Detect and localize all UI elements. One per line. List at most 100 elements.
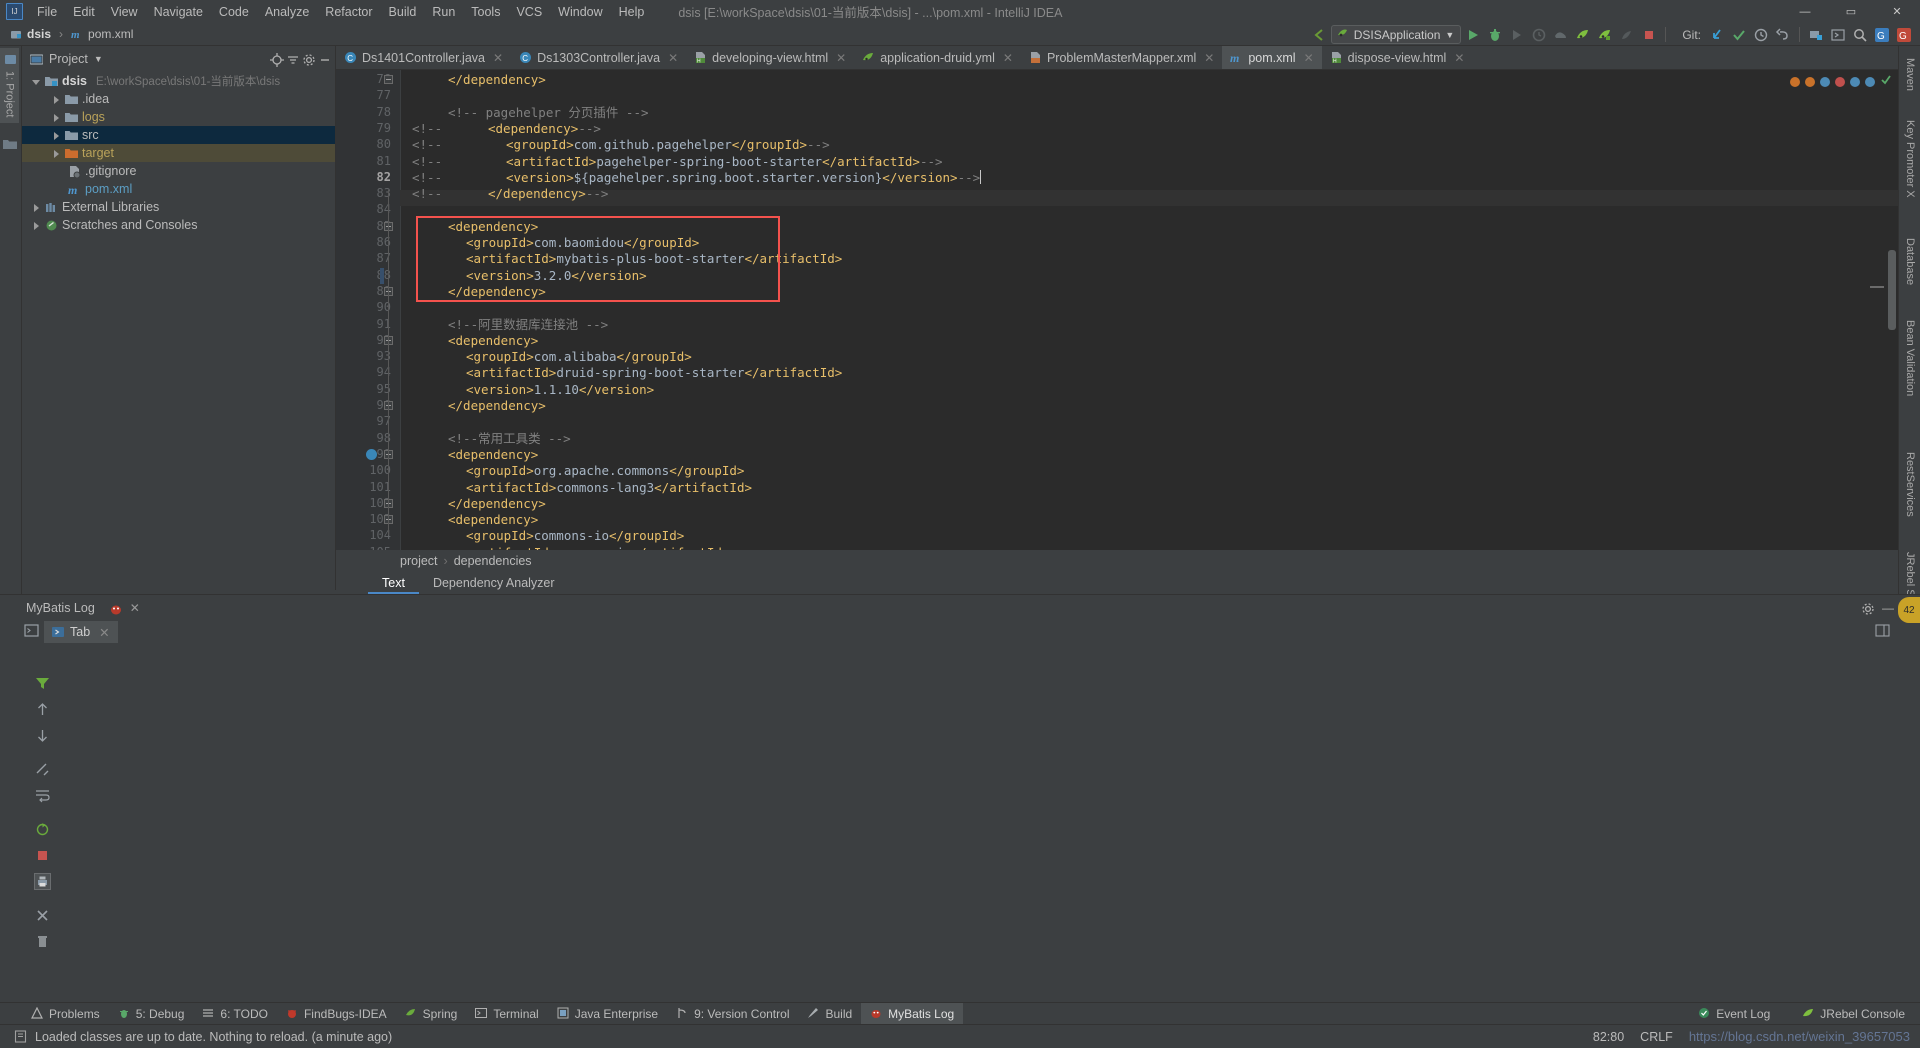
code-line[interactable]: <artifactId>druid-spring-boot-starter</a…	[466, 365, 842, 381]
code-line[interactable]: <!--阿里数据库连接池 -->	[448, 317, 608, 333]
code-line[interactable]: </dependency>	[448, 398, 546, 414]
tree-row[interactable]: dsis E:\workSpace\dsis\01-当前版本\dsis	[22, 72, 335, 90]
code-line[interactable]: </dependency>	[448, 284, 546, 300]
hotswap-icon[interactable]	[1617, 25, 1637, 45]
close-icon[interactable]: ✕	[99, 625, 109, 640]
profile-icon[interactable]	[1529, 25, 1549, 45]
menu-refactor[interactable]: Refactor	[317, 3, 380, 21]
restart-icon[interactable]	[34, 821, 51, 838]
tab-dependency-analyzer[interactable]: Dependency Analyzer	[419, 572, 569, 594]
code-line[interactable]: </dependency>-->	[488, 186, 608, 202]
editor-tab-ds1401controller[interactable]: C Ds1401Controller.java ✕	[336, 46, 511, 69]
code-line[interactable]: <version>${pagehelper.spring.boot.starte…	[506, 169, 982, 186]
jrebel-debug-icon[interactable]	[1595, 25, 1615, 45]
soft-wrap-icon[interactable]	[34, 787, 51, 804]
code-line[interactable]: <groupId>org.apache.commons</groupId>	[466, 463, 744, 479]
toolwindow-todo[interactable]: 6: TODO	[193, 1003, 277, 1025]
toolwindow-terminal[interactable]: Terminal	[466, 1003, 547, 1025]
chevron-right-icon[interactable]	[32, 203, 41, 212]
toolwindow-version-control[interactable]: 9: Version Control	[667, 1003, 798, 1025]
back-icon[interactable]	[1309, 25, 1329, 45]
tree-row[interactable]: External Libraries	[22, 198, 335, 216]
run-anything-icon[interactable]	[1828, 25, 1848, 45]
code-line[interactable]: <groupId>com.alibaba</groupId>	[466, 349, 692, 365]
breadcrumb-item-dependencies[interactable]: dependencies	[454, 554, 532, 568]
toolwindow-mybatis-log[interactable]: MyBatis Log	[861, 1002, 964, 1025]
code-line[interactable]: <version>3.2.0</version>	[466, 268, 647, 284]
code-line[interactable]: </dependency>	[448, 496, 546, 512]
code-line[interactable]: <!--常用工具类 -->	[448, 431, 571, 447]
close-icon[interactable]: ✕	[1204, 51, 1214, 65]
filter-icon[interactable]	[34, 675, 51, 692]
settings-gear-icon[interactable]	[1861, 602, 1874, 615]
code-line[interactable]: <dependency>	[448, 333, 538, 349]
link-icon[interactable]	[34, 761, 51, 778]
code-line[interactable]: <groupId>com.github.pagehelper</groupId>…	[506, 137, 830, 153]
menu-build[interactable]: Build	[381, 3, 425, 21]
code-line[interactable]: <dependency>	[448, 219, 538, 235]
toolwindow-event-log[interactable]: Event Log	[1689, 1003, 1779, 1025]
minimize-button[interactable]: —	[1782, 0, 1828, 23]
menu-navigate[interactable]: Navigate	[146, 3, 211, 21]
toolwindow-java-enterprise[interactable]: Java Enterprise	[548, 1003, 667, 1025]
chevron-right-icon[interactable]	[52, 95, 61, 104]
stop-icon[interactable]	[1639, 25, 1659, 45]
code-line[interactable]: </dependency>	[448, 72, 546, 88]
bottom-tab-item[interactable]: Tab ✕	[44, 621, 118, 643]
close-icon[interactable]: ✕	[1454, 51, 1464, 65]
line-separator[interactable]: CRLF	[1640, 1030, 1673, 1044]
layout-settings-icon[interactable]	[1875, 623, 1890, 641]
tree-row[interactable]: target	[22, 144, 335, 162]
menu-view[interactable]: View	[103, 3, 146, 21]
rollback-icon[interactable]	[1773, 25, 1793, 45]
menu-run[interactable]: Run	[424, 3, 463, 21]
history-icon[interactable]	[1751, 25, 1771, 45]
close-icon[interactable]: ✕	[1304, 51, 1314, 65]
close-icon[interactable]: ✕	[668, 51, 678, 65]
chevron-down-icon[interactable]	[32, 77, 41, 86]
tab-text[interactable]: Text	[368, 572, 419, 594]
tree-row[interactable]: Scratches and Consoles	[22, 216, 335, 234]
run-with-coverage-icon[interactable]	[1507, 25, 1527, 45]
code-line[interactable]: <artifactId>pagehelper-spring-boot-start…	[506, 154, 943, 170]
tree-row[interactable]: src	[22, 126, 335, 144]
menu-analyze[interactable]: Analyze	[257, 3, 317, 21]
code-line[interactable]: <version>1.1.10</version>	[466, 382, 654, 398]
toolwindow-spring[interactable]: Spring	[396, 1003, 467, 1025]
breadcrumb-item-project[interactable]: project	[400, 554, 438, 568]
down-arrow-icon[interactable]	[34, 727, 51, 744]
menu-edit[interactable]: Edit	[65, 3, 103, 21]
stripe-button-bean-validation[interactable]: Bean Validation	[1901, 314, 1919, 402]
toolwindow-problems[interactable]: Problems	[22, 1003, 109, 1025]
chevron-right-icon[interactable]	[32, 221, 41, 230]
editor-tab-application-druid[interactable]: application-druid.yml ✕	[854, 46, 1021, 69]
stripe-button-maven[interactable]: Maven	[1901, 52, 1919, 97]
minimize-panel-icon[interactable]: —	[1882, 601, 1894, 615]
menu-help[interactable]: Help	[611, 3, 653, 21]
stripe-button-database[interactable]: Database	[1901, 232, 1919, 291]
toolwindow-jrebel-console[interactable]: JRebel Console	[1793, 1003, 1914, 1025]
chevron-right-icon[interactable]	[52, 113, 61, 122]
toolwindow-build[interactable]: Build	[798, 1003, 861, 1025]
up-arrow-icon[interactable]	[34, 701, 51, 718]
memory-indicator-badge[interactable]: 42	[1898, 597, 1920, 623]
code-line[interactable]: <dependency>	[448, 447, 538, 463]
jrebel-run-icon[interactable]	[1573, 25, 1593, 45]
toolwindow-findbugs[interactable]: FindBugs-IDEA	[277, 1003, 396, 1025]
run-icon[interactable]	[1463, 25, 1483, 45]
editor-tab-problemmastermapper[interactable]: ProblemMasterMapper.xml ✕	[1021, 46, 1222, 69]
close-icon[interactable]: ✕	[493, 51, 503, 65]
menu-file[interactable]: File	[29, 3, 65, 21]
run-configuration-selector[interactable]: DSISApplication ▼	[1330, 25, 1462, 44]
editor-tab-developing-view[interactable]: H developing-view.html ✕	[686, 46, 854, 69]
editor-scrollbar-thumb[interactable]	[1888, 250, 1896, 330]
tree-row[interactable]: .gitignore	[22, 162, 335, 180]
translate-plugin-icon[interactable]: G	[1872, 25, 1892, 45]
editor-tab-pom-xml[interactable]: m pom.xml ✕	[1222, 46, 1322, 69]
tree-row[interactable]: logs	[22, 108, 335, 126]
grep-console-icon[interactable]: G	[1894, 25, 1914, 45]
close-icon[interactable]	[34, 907, 51, 924]
caret-position[interactable]: 82:80	[1593, 1030, 1624, 1044]
trash-icon[interactable]	[34, 933, 51, 950]
console-icon[interactable]	[24, 623, 39, 641]
